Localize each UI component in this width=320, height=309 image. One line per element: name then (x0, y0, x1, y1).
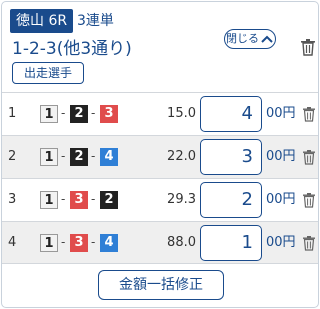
amount-unit: 00円 (266, 106, 296, 121)
amount-unit: 00円 (266, 149, 296, 164)
trash-icon[interactable] (302, 235, 316, 251)
boat-number-badge: 3 (70, 191, 88, 209)
combination-separator: - (61, 192, 66, 206)
close-button[interactable]: 閉じる (224, 29, 276, 49)
row-index: 4 (8, 235, 17, 250)
amount-unit: 00円 (266, 235, 296, 250)
entrants-button[interactable]: 出走選手 (12, 62, 84, 84)
boat-number-badge: 2 (70, 105, 88, 123)
combination-summary: 1-2-3(他3通り) (12, 39, 132, 59)
odds-value: 88.0 (167, 235, 196, 250)
bet-list: 1 1-2-3 15.0 4 00円 2 1-2-4 22.0 3 00円 3 1-3-2 29.3 2 0… (2, 92, 318, 264)
odds-value: 29.3 (167, 192, 196, 207)
boat-number-badge: 4 (100, 234, 118, 252)
combination-separator: - (91, 106, 96, 120)
combination-separator: - (91, 149, 96, 163)
bet-row: 4 1-3-4 88.0 1 00円 (2, 221, 318, 264)
trash-icon[interactable] (302, 149, 316, 165)
boat-number-badge: 1 (40, 191, 58, 209)
boat-number-badge: 1 (40, 234, 58, 252)
odds-value: 22.0 (167, 149, 196, 164)
bet-row: 1 1-2-3 15.0 4 00円 (2, 92, 318, 135)
bet-row: 2 1-2-4 22.0 3 00円 (2, 135, 318, 178)
bet-card: 徳山 6R 3連単 1-2-3(他3通り) 閉じる 出走選手 1 1-2-3 15.… (1, 1, 319, 308)
trash-icon[interactable] (302, 106, 316, 122)
trash-icon[interactable] (300, 38, 316, 56)
row-index: 2 (8, 149, 17, 164)
row-index: 3 (8, 192, 17, 207)
amount-input[interactable]: 4 (200, 96, 262, 132)
venue-race-badge: 徳山 6R (10, 9, 74, 33)
chevron-up-icon (261, 35, 273, 43)
amount-input[interactable]: 1 (200, 225, 262, 261)
boat-number-badge: 2 (100, 191, 118, 209)
boat-number-badge: 3 (70, 234, 88, 252)
combination-separator: - (91, 192, 96, 206)
close-button-label: 閉じる (226, 32, 259, 45)
row-index: 1 (8, 106, 17, 121)
combination-separator: - (91, 235, 96, 249)
boat-number-badge: 3 (100, 105, 118, 123)
boat-number-badge: 1 (40, 148, 58, 166)
combination-separator: - (61, 235, 66, 249)
amount-input[interactable]: 3 (200, 139, 262, 175)
combination-separator: - (61, 106, 66, 120)
amount-unit: 00円 (266, 192, 296, 207)
odds-value: 15.0 (167, 106, 196, 121)
bulk-amount-edit-button[interactable]: 金額一括修正 (98, 270, 224, 300)
bet-header: 徳山 6R 3連単 1-2-3(他3通り) 閉じる 出走選手 (2, 2, 318, 90)
boat-number-badge: 1 (40, 105, 58, 123)
amount-input[interactable]: 2 (200, 182, 262, 218)
trash-icon[interactable] (302, 192, 316, 208)
boat-number-badge: 4 (100, 148, 118, 166)
combination-separator: - (61, 149, 66, 163)
bet-row: 3 1-3-2 29.3 2 00円 (2, 178, 318, 221)
boat-number-badge: 2 (70, 148, 88, 166)
bet-type-label: 3連単 (77, 13, 114, 29)
